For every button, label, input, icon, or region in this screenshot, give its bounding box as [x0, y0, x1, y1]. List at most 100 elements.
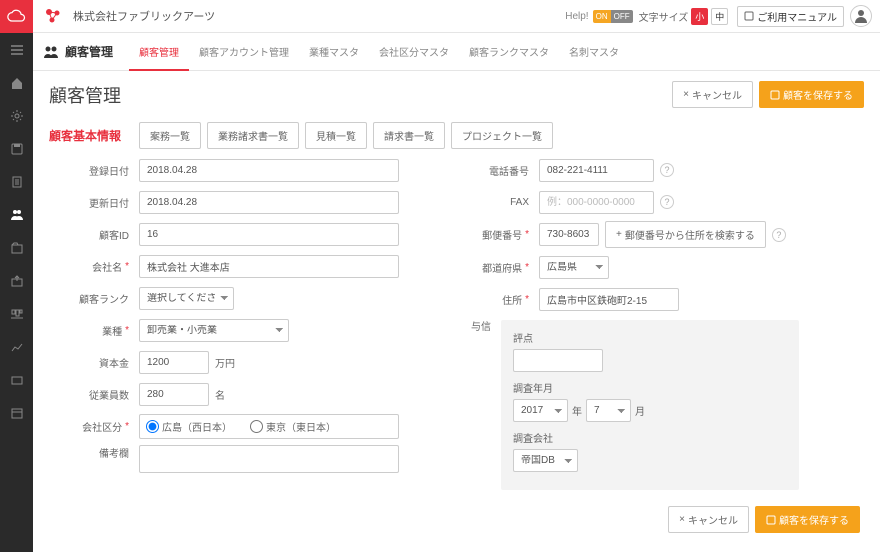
division-label: 会社区分*: [49, 419, 139, 434]
pref-label: 都道府県*: [449, 260, 539, 275]
industry-select[interactable]: 卸売業・小売業: [139, 319, 289, 342]
cust-id-label: 顧客ID: [49, 227, 139, 242]
credit-score-input[interactable]: [513, 349, 603, 372]
company-name: 株式会社ファブリックアーツ: [73, 8, 215, 24]
employees-input[interactable]: [139, 383, 209, 406]
save-button-top[interactable]: 顧客を保存する: [759, 81, 864, 108]
tab-customer-mgmt[interactable]: 顧客管理: [129, 33, 189, 71]
year-unit: 年: [572, 403, 582, 418]
credit-company-select[interactable]: 帝国DB: [513, 449, 578, 472]
zip-search-button[interactable]: +郵便番号から住所を検索する: [605, 221, 766, 248]
rank-select[interactable]: 選択してください: [139, 287, 234, 310]
stab-projects[interactable]: プロジェクト一覧: [451, 122, 553, 149]
export-icon: [10, 274, 24, 288]
tab-account-mgmt[interactable]: 顧客アカウント管理: [189, 33, 299, 71]
tab-industry-master[interactable]: 業種マスタ: [299, 33, 369, 71]
capital-unit: 万円: [215, 355, 235, 370]
stab-jobs[interactable]: 案務一覧: [139, 122, 201, 149]
fax-input[interactable]: [539, 191, 654, 214]
cancel-button-top[interactable]: ×キャンセル: [672, 81, 753, 108]
sidebar-export[interactable]: [0, 264, 33, 297]
addr-label: 住所*: [449, 292, 539, 307]
stab-task-invoices[interactable]: 業務諸求書一覧: [207, 122, 299, 149]
user-avatar[interactable]: [850, 5, 872, 27]
fontsize-label: 文字サイズ: [639, 9, 689, 24]
cloud-icon: [7, 9, 27, 23]
fontsize-small-button[interactable]: 小: [691, 8, 708, 25]
save-icon: [10, 142, 24, 156]
cust-id-input[interactable]: [139, 223, 399, 246]
fax-help-icon[interactable]: ?: [660, 195, 674, 209]
zip-input[interactable]: [539, 223, 599, 246]
save-button-bottom[interactable]: 顧客を保存する: [755, 506, 860, 533]
footer-actions: ×キャンセル 顧客を保存する: [49, 506, 864, 533]
sidebar-settings[interactable]: [0, 99, 33, 132]
tab-division-master[interactable]: 会社区分マスタ: [369, 33, 459, 71]
sidebar-save[interactable]: [0, 132, 33, 165]
upd-date-input[interactable]: [139, 191, 399, 214]
left-column: 登録日付 更新日付 顧客ID 会社名* 顧客ランク選択してください 業種*卸売業…: [49, 157, 409, 490]
sidebar-calendar[interactable]: [0, 396, 33, 429]
sidebar-menu[interactable]: [0, 33, 33, 66]
credit-ym-label: 調査年月: [513, 380, 787, 395]
division-radio-2[interactable]: 東京（東日本）: [250, 419, 336, 434]
save-icon: [766, 515, 776, 525]
molecule-icon: [43, 6, 63, 26]
rank-label: 顧客ランク: [49, 291, 139, 306]
sidebar-customers[interactable]: [0, 198, 33, 231]
person-icon: [853, 8, 869, 24]
module-title: 顧客管理: [65, 43, 113, 60]
employees-unit: 名: [215, 387, 225, 402]
note-textarea[interactable]: [139, 445, 399, 473]
credit-month-select[interactable]: 7: [586, 399, 631, 422]
app-logo[interactable]: [0, 0, 33, 33]
content-area: 顧客管理 ×キャンセル 顧客を保存する 顧客基本情報 案務一覧 業務諸求書一覧 …: [33, 71, 880, 552]
sidebar-folder[interactable]: [0, 231, 33, 264]
gear-icon: [10, 109, 24, 123]
pref-select[interactable]: 広島県: [539, 256, 609, 279]
top-bar: 株式会社ファブリックアーツ Help! ON OFF 文字サイズ 小 中 ご利用…: [0, 0, 880, 33]
addr-input[interactable]: [539, 288, 679, 311]
sidebar-inbox[interactable]: [0, 363, 33, 396]
section-title: 顧客基本情報: [49, 127, 121, 144]
zip-help-icon[interactable]: ?: [772, 228, 786, 242]
manual-button[interactable]: ご利用マニュアル: [737, 6, 844, 27]
sidebar-chart[interactable]: [0, 330, 33, 363]
upd-date-label: 更新日付: [49, 195, 139, 210]
close-icon: ×: [683, 89, 689, 100]
people-icon: [43, 44, 59, 60]
industry-label: 業種*: [49, 323, 139, 338]
tel-input[interactable]: [539, 159, 654, 182]
cancel-button-bottom[interactable]: ×キャンセル: [668, 506, 749, 533]
fontsize-mid-button[interactable]: 中: [711, 8, 728, 25]
book-icon: [744, 11, 754, 21]
sidebar-doc[interactable]: [0, 165, 33, 198]
plus-icon: +: [616, 229, 622, 240]
right-column: 電話番号? FAX? 郵便番号*+郵便番号から住所を検索する? 都道府県*広島県…: [449, 157, 799, 490]
close-icon: ×: [679, 514, 685, 525]
sidebar-board[interactable]: [0, 297, 33, 330]
page-title: 顧客管理: [49, 82, 121, 108]
stab-invoices[interactable]: 請求書一覧: [373, 122, 445, 149]
stab-quotes[interactable]: 見積一覧: [305, 122, 367, 149]
toggle-off: OFF: [611, 10, 633, 23]
main-area: 顧客管理 顧客管理 顧客アカウント管理 業種マスタ 会社区分マスタ 顧客ランクマ…: [33, 33, 880, 552]
sidebar-home[interactable]: [0, 66, 33, 99]
capital-input[interactable]: [139, 351, 209, 374]
menu-icon: [10, 43, 24, 57]
reg-date-input[interactable]: [139, 159, 399, 182]
toggle-on: ON: [593, 10, 611, 23]
note-label: 備考欄: [49, 445, 139, 460]
tab-card-master[interactable]: 名刺マスタ: [559, 33, 629, 71]
on-off-toggle[interactable]: ON OFF: [593, 10, 633, 23]
company-input[interactable]: [139, 255, 399, 278]
company-label: 会社名*: [49, 259, 139, 274]
tab-rank-master[interactable]: 顧客ランクマスタ: [459, 33, 559, 71]
credit-year-select[interactable]: 2017: [513, 399, 568, 422]
section-tabs: 顧客基本情報 案務一覧 業務諸求書一覧 見積一覧 請求書一覧 プロジェクト一覧: [49, 122, 864, 149]
credit-score-label: 評点: [513, 330, 787, 345]
division-radio-1[interactable]: 広島（西日本）: [146, 419, 232, 434]
credit-label: 与信: [449, 318, 501, 333]
help-link[interactable]: Help!: [565, 11, 588, 22]
tel-help-icon[interactable]: ?: [660, 163, 674, 177]
